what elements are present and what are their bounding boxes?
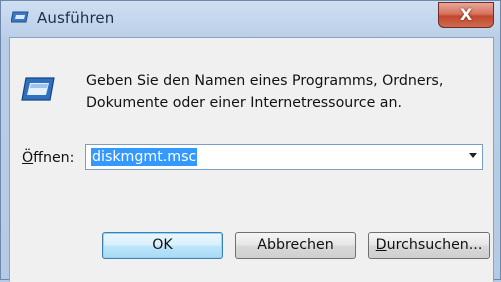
dialog-body: Geben Sie den Namen eines Programms, Ord… <box>9 37 494 282</box>
chevron-down-icon[interactable] <box>469 153 477 158</box>
open-combobox[interactable]: diskmgmt.msc <box>85 144 483 170</box>
description-text: Geben Sie den Namen eines Programms, Ord… <box>86 70 443 114</box>
open-label-accelerator: Ö <box>22 150 34 166</box>
window-title: Ausführen <box>37 9 115 27</box>
close-button[interactable]: X <box>438 2 494 28</box>
description-line: Dokumente oder einer Internetressource a… <box>86 95 403 111</box>
run-dialog-window: Ausführen X Geben Sie den Namen eines Pr… <box>0 0 501 282</box>
browse-label: urchsuchen... <box>386 237 483 253</box>
run-icon <box>11 11 29 23</box>
open-label: Öffnen: <box>22 150 74 166</box>
cancel-button[interactable]: Abbrechen <box>235 232 356 259</box>
description-line: Geben Sie den Namen eines Programms, Ord… <box>86 73 444 89</box>
run-dialog-icon <box>21 77 55 101</box>
open-label-text: ffnen: <box>33 150 75 166</box>
browse-accelerator: D <box>375 237 387 253</box>
ok-button[interactable]: OK <box>102 232 223 259</box>
title-bar[interactable]: Ausführen X <box>1 1 501 37</box>
browse-button[interactable]: Durchsuchen... <box>368 232 490 259</box>
open-input-value[interactable]: diskmgmt.msc <box>91 148 198 166</box>
